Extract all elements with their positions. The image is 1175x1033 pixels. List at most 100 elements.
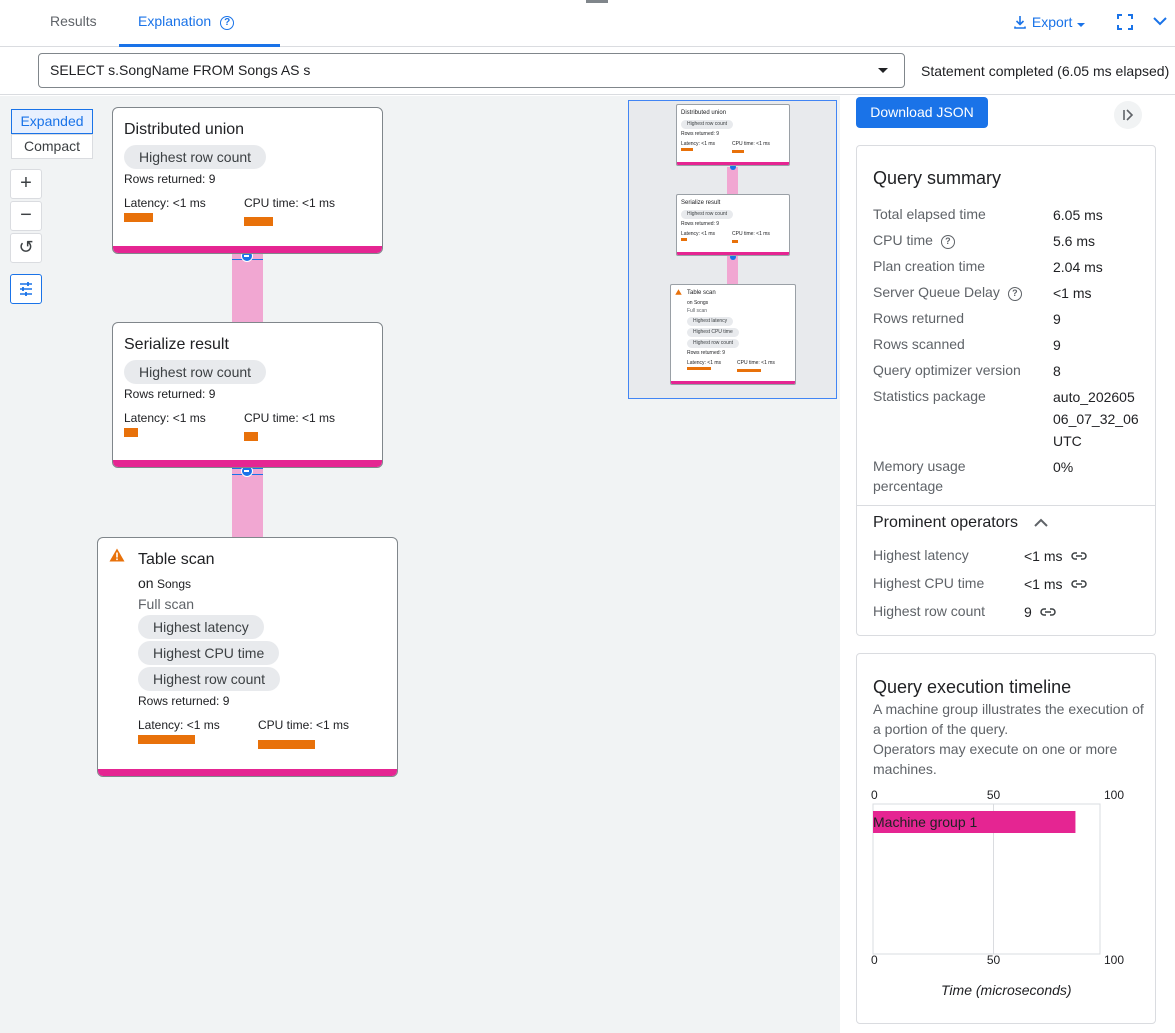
tab-explanation[interactable]: Explanation? (119, 0, 280, 47)
timeline-tick-bottom: 50 (987, 953, 1001, 967)
export-button[interactable]: Export (1012, 12, 1086, 32)
cpu-label: CPU time: <1 ms (244, 196, 336, 210)
summary-value: 0% (1053, 459, 1074, 475)
timeline-note: Operators may execute on one or more mac… (873, 741, 1118, 777)
chip-highest-latency: Highest latency (138, 615, 264, 639)
mini-node-title: Serialize result (681, 200, 721, 206)
node-footer (113, 460, 382, 467)
query-bar: SELECT s.SongName FROM Songs AS s Statem… (0, 48, 1175, 95)
export-label: Export (1031, 14, 1073, 30)
chevron-down-icon[interactable] (1153, 16, 1167, 26)
zoom-out-button[interactable]: − (10, 201, 42, 231)
drag-handle[interactable] (586, 0, 608, 3)
zoom-in-button[interactable]: + (10, 169, 42, 199)
summary-label: Rows scanned (873, 336, 965, 352)
cpu-bar (244, 217, 273, 226)
link-icon[interactable] (1070, 576, 1087, 592)
prominent-value: <1 ms (1024, 573, 1087, 595)
mini-rows: Rows returned: 9 (681, 131, 720, 137)
help-icon[interactable]: ? (1007, 287, 1022, 301)
help-icon[interactable]: ? (940, 235, 955, 249)
mini-edge (727, 256, 738, 286)
mini-scan-type: Full scan (687, 308, 708, 314)
timeline-title: Query execution timeline (873, 677, 1072, 697)
prominent-label: Highest row count (873, 603, 986, 619)
fullscreen-icon[interactable] (1117, 14, 1133, 30)
prominent-label: Highest CPU time (873, 575, 985, 591)
node-footer (113, 246, 382, 253)
query-select[interactable]: SELECT s.SongName FROM Songs AS s (38, 53, 905, 88)
edge-union-serialize (232, 253, 263, 323)
node-serialize-result[interactable]: Serialize result Highest row count Rows … (112, 322, 383, 468)
mini-warning-icon (675, 289, 682, 295)
mini-chip: Highest latency (687, 317, 734, 326)
mini-bar (681, 148, 693, 151)
mini-footer (671, 381, 795, 384)
help-icon[interactable]: ? (220, 16, 235, 30)
query-status: Statement completed (6.05 ms elapsed) (921, 63, 1170, 79)
compact-toggle[interactable]: Compact (11, 134, 93, 159)
node-on-table: Songs (157, 577, 192, 591)
mini-footer (677, 162, 789, 165)
query-execution-timeline-card: Query execution timeline A machine group… (856, 653, 1156, 1024)
mini-cpu: CPU time: <1 ms (732, 141, 770, 147)
edge-serialize-scan (232, 468, 263, 538)
cpu-label: CPU time: <1 ms (244, 411, 336, 425)
link-icon[interactable] (1040, 604, 1056, 620)
reset-zoom-button[interactable]: ↺ (10, 233, 42, 263)
mini-bar (732, 240, 738, 243)
query-summary-card: Query summary Total elapsed time 6.05 ms… (856, 145, 1156, 636)
plan-canvas[interactable]: Expanded Compact + − ↺ Distributed union… (0, 96, 840, 1033)
tab-results[interactable]: Results (50, 0, 97, 45)
link-icon[interactable] (1070, 548, 1087, 564)
rows-returned: Rows returned: 9 (138, 694, 230, 708)
cpu-bar (244, 432, 258, 441)
node-distributed-union[interactable]: Distributed union Highest row count Rows… (112, 107, 383, 254)
mini-latency: Latency: <1 ms (687, 360, 722, 366)
mini-footer (677, 252, 789, 255)
latency-label: Latency: <1 ms (124, 196, 206, 210)
cpu-bar (258, 740, 315, 749)
mini-bar (737, 369, 761, 372)
download-icon (1014, 16, 1026, 29)
mini-node-title: Distributed union (681, 110, 727, 116)
node-title: Table scan (138, 551, 215, 568)
mini-bar (687, 367, 711, 370)
mini-latency: Latency: <1 ms (681, 231, 716, 237)
chevron-down-icon (1077, 23, 1086, 27)
chevron-up-icon[interactable] (1034, 518, 1049, 528)
top-bar: Results Explanation? Export (0, 0, 1175, 47)
mini-node-table-scan: Table scan on Songs Full scan Highest la… (670, 284, 796, 385)
prominent-value: <1 ms (1024, 545, 1087, 567)
mini-bar (681, 238, 687, 241)
details-panel: Download JSON Query summary Total elapse… (840, 96, 1175, 1033)
chip-highest-row-count: Highest row count (138, 667, 281, 691)
minimap[interactable]: Distributed union Highest row count Rows… (628, 100, 837, 399)
settings-button[interactable] (10, 274, 42, 304)
mini-edge (727, 167, 738, 197)
summary-value-statistics-package: auto_202605 06_07_32_06 UTC (1053, 389, 1139, 449)
timeline-tick-top: 100 (1104, 789, 1124, 802)
chip-highest-row-count: Highest row count (124, 360, 267, 384)
summary-value: 8 (1053, 363, 1061, 379)
node-table-scan[interactable]: Table scan on Songs Full scan Highest la… (97, 537, 398, 777)
timeline-tick-top: 0 (871, 789, 878, 802)
expanded-toggle[interactable]: Expanded (11, 109, 93, 134)
download-json-button[interactable]: Download JSON (856, 97, 988, 128)
mini-rows: Rows returned: 9 (681, 221, 720, 227)
tune-icon (20, 282, 32, 296)
tab-explanation-label: Explanation (138, 13, 212, 29)
summary-value: 6.05 ms (1053, 207, 1103, 223)
summary-label: Total elapsed time (873, 206, 986, 222)
mini-latency: Latency: <1 ms (681, 141, 716, 147)
prominent-operators-header[interactable]: Prominent operators (873, 513, 1049, 533)
cpu-label: CPU time: <1 ms (258, 718, 350, 732)
warning-icon (109, 548, 125, 562)
summary-label-memory-usage: Memory usage percentage (873, 458, 966, 494)
summary-label: Statistics package (873, 388, 986, 404)
timeline-tick-top: 50 (987, 789, 1001, 802)
mini-node-title: Table scan (687, 290, 716, 296)
node-on-prefix: on (138, 575, 154, 591)
panel-collapse-icon[interactable] (1114, 101, 1142, 129)
summary-label: Plan creation time (873, 258, 986, 274)
